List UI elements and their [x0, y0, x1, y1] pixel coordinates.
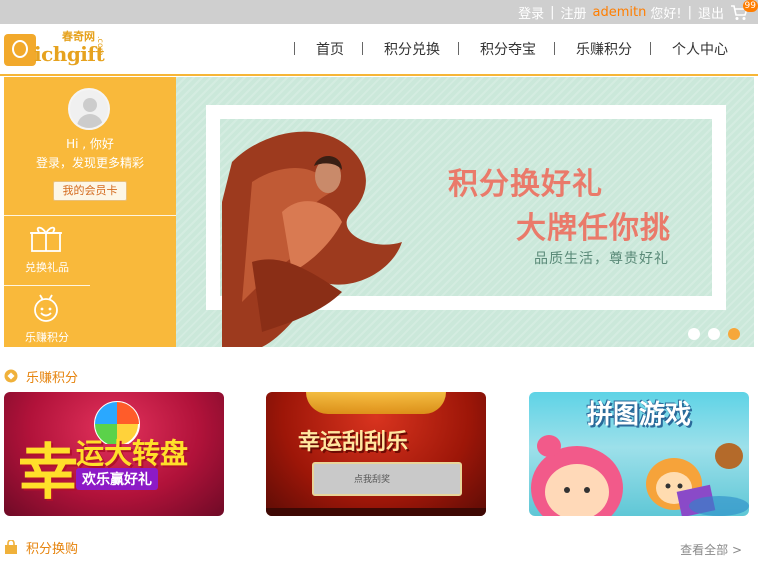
nav-home[interactable]: 首页 [294, 39, 362, 59]
header: 春奇网 ichgift .com 首页 积分兑换 积分夺宝 乐赚积分 个人中心 [0, 24, 758, 76]
section-title: 乐赚积分 [26, 370, 79, 386]
cart-count-badge: 99 [742, 0, 758, 12]
login-promo: 登录，发现更多精彩 [4, 154, 176, 171]
shopping-bag-icon [5, 540, 17, 554]
user-sidebar: Hi , 你好 登录，发现更多精彩 我的会员卡 兑换礼品 乐赚积分 [4, 77, 176, 347]
scratch-prompt: 点我刮奖 [353, 475, 390, 485]
game-card-puzzle[interactable]: 拼图游戏 [529, 392, 749, 516]
smile-icon [34, 294, 58, 322]
section-title: 积分换购 [26, 541, 79, 557]
carousel-dot-3[interactable] [728, 328, 740, 340]
logout-link[interactable]: 退出 [698, 3, 724, 22]
sidebar-divider [4, 215, 176, 216]
logo-com: .com [96, 36, 105, 56]
game-card-scratch-card[interactable]: 幸运刮刮乐 点我刮奖 [266, 392, 486, 516]
banner-title-line2: 大牌任你挑 [516, 211, 671, 246]
section-earn-points-header: 乐赚积分 [4, 366, 78, 386]
top-bar-links: 登录 | 注册 ademitn 您好! | 退出 99 [518, 0, 758, 22]
sidebar-login-link[interactable]: 登录 [36, 156, 60, 170]
hello-text: 您好! [650, 6, 682, 22]
top-bar: 登录 | 注册 ademitn 您好! | 退出 99 [0, 0, 758, 24]
sidebar-item-label: 兑换礼品 [25, 261, 69, 274]
nav-earn-points[interactable]: 乐赚积分 [554, 39, 650, 59]
carousel-dot-2[interactable] [708, 328, 720, 340]
game-title: 运大转盘 [76, 437, 189, 470]
main-nav: 首页 积分兑换 积分夺宝 乐赚积分 个人中心 [294, 24, 746, 74]
sidebar-item-exchange-gifts[interactable]: 兑换礼品 [4, 217, 90, 279]
promo-text: ，发现更多精彩 [60, 156, 145, 170]
avatar[interactable] [68, 88, 110, 130]
nav-points-exchange[interactable]: 积分兑换 [362, 39, 458, 59]
puzzle-characters-illustration [531, 435, 749, 516]
banner-subtitle: 品质生活，尊贵好礼 [534, 251, 669, 267]
game-title-part: 幸 [18, 438, 78, 508]
register-link[interactable]: 注册 [561, 3, 587, 22]
gift-icon [30, 226, 62, 252]
banner-title-line1: 积分换好礼 [448, 167, 603, 202]
section-points-exchange-header: 积分换购 [4, 537, 78, 557]
game-title: 幸运刮刮乐 [298, 430, 409, 455]
nav-points-treasure[interactable]: 积分夺宝 [458, 39, 554, 59]
sidebar-item-earn-points[interactable]: 乐赚积分 [4, 287, 90, 349]
logo-mark-icon [4, 34, 36, 66]
diamond-circle-icon [4, 369, 18, 383]
nav-personal-center[interactable]: 个人中心 [650, 39, 746, 59]
cart-button[interactable]: 99 [730, 0, 758, 21]
member-card-button[interactable]: 我的会员卡 [53, 181, 127, 201]
sidebar-divider [4, 285, 90, 286]
logo[interactable]: 春奇网 ichgift .com [4, 30, 114, 70]
sidebar-item-label: 乐赚积分 [25, 331, 69, 344]
game-card-lucky-wheel[interactable]: 幸 运大转盘 欢乐赢好礼 [4, 392, 224, 516]
hero-banner[interactable]: 积分换好礼 大牌任你挑 品质生活，尊贵好礼 [176, 77, 754, 347]
username[interactable]: ademitn [593, 5, 647, 20]
logo-text: ichgift [34, 42, 105, 66]
model-illustration [222, 131, 402, 347]
login-link[interactable]: 登录 [518, 3, 544, 22]
greeting: Hi , 你好 [66, 137, 114, 151]
view-all-link[interactable]: 查看全部 > [680, 541, 742, 558]
carousel-dots [688, 328, 740, 340]
carousel-dot-1[interactable] [688, 328, 700, 340]
game-subtitle: 欢乐赢好礼 [76, 468, 158, 490]
